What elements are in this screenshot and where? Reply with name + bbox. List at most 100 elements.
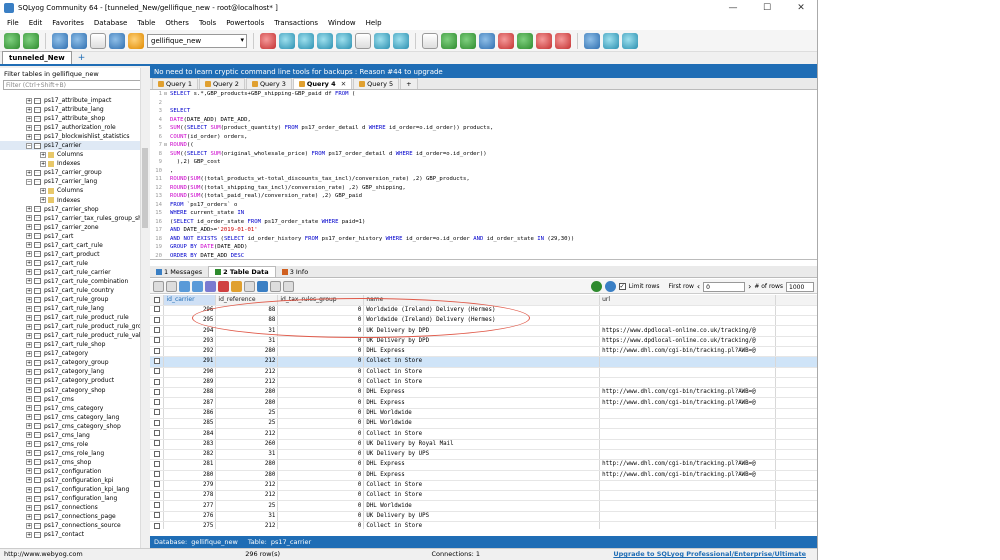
- expand-icon[interactable]: +: [26, 332, 32, 339]
- tree-item[interactable]: + ps17_cart_rule_combination: [0, 277, 140, 286]
- expand-icon[interactable]: +: [26, 260, 32, 267]
- table-cell[interactable]: 0: [277, 500, 365, 512]
- maximize-button[interactable]: ☐: [750, 0, 784, 16]
- sidebar-scrollbar[interactable]: [140, 68, 148, 548]
- table-row[interactable]: 287 280 0 DHL Express http://www.dhl.com/cgi…: [150, 397, 817, 409]
- expand-icon[interactable]: +: [26, 224, 32, 231]
- table-cell[interactable]: 0: [277, 449, 365, 461]
- profiler-icon[interactable]: [536, 32, 552, 49]
- expand-icon[interactable]: +: [26, 459, 32, 466]
- table-cell[interactable]: 280: [215, 397, 279, 409]
- expand-icon[interactable]: +: [26, 522, 32, 529]
- table-cell[interactable]: 288: [163, 387, 217, 399]
- tree-item[interactable]: + ps17_blockwishlist_statistics: [0, 132, 140, 141]
- export-grid-icon[interactable]: [244, 280, 255, 292]
- row-checkbox[interactable]: [150, 500, 165, 512]
- expand-icon[interactable]: +: [26, 242, 32, 249]
- table-cell[interactable]: 0: [277, 470, 365, 481]
- table-cell[interactable]: Collect in Store: [363, 428, 601, 440]
- upgrade-link[interactable]: Upgrade to SQLyog Professional/Enterpris…: [480, 549, 817, 560]
- table-cell[interactable]: [599, 418, 777, 430]
- tree-item[interactable]: + ps17_carrier_tax_rules_group_shop: [0, 214, 140, 223]
- table-cell[interactable]: [599, 449, 777, 461]
- table-cell[interactable]: http://www.dhl.com/cgi-bin/tracking.pl?A…: [599, 470, 777, 481]
- column-header[interactable]: id_tax_rules_group: [277, 295, 365, 306]
- alter-table-icon[interactable]: [317, 32, 333, 49]
- table-row[interactable]: 291 212 0 Collect in Store: [150, 356, 817, 368]
- schema-designer-icon[interactable]: [355, 32, 371, 49]
- table-cell[interactable]: 285: [163, 418, 217, 430]
- row-checkbox[interactable]: [150, 418, 165, 430]
- table-cell[interactable]: 0: [277, 408, 365, 420]
- menu-item-transactions[interactable]: Transactions: [269, 19, 323, 27]
- row-checkbox[interactable]: [150, 305, 165, 317]
- table-row[interactable]: 282 31 0 UK Delivery by UPS: [150, 449, 817, 461]
- row-checkbox[interactable]: [150, 428, 165, 440]
- tree-item[interactable]: + ps17_configuration: [0, 467, 140, 476]
- new-connection-icon[interactable]: [4, 32, 20, 49]
- expand-icon[interactable]: +: [40, 160, 46, 167]
- table-cell[interactable]: 0: [277, 511, 365, 523]
- prev-page-icon[interactable]: ‹: [697, 282, 700, 291]
- result-tab[interactable]: 2 Table Data: [208, 266, 276, 277]
- table-cell[interactable]: 0: [277, 315, 365, 327]
- query-tab[interactable]: Query 3: [245, 78, 292, 89]
- column-header[interactable]: id_reference: [215, 295, 279, 306]
- table-cell[interactable]: 277: [163, 500, 217, 512]
- tree-item[interactable]: + ps17_category_lang: [0, 367, 140, 376]
- next-page-icon[interactable]: ›: [748, 282, 751, 291]
- query-builder-icon[interactable]: [555, 32, 571, 49]
- tree-item[interactable]: + ps17_cart: [0, 232, 140, 241]
- table-row[interactable]: 292 280 0 DHL Express http://www.dhl.com/cgi…: [150, 346, 817, 358]
- database-select[interactable]: gellifique_new ▾: [147, 33, 247, 48]
- tree-item[interactable]: + ps17_contact: [0, 530, 140, 539]
- table-row[interactable]: 284 212 0 Collect in Store: [150, 428, 817, 440]
- table-row[interactable]: 294 31 0 UK Delivery by DPD https://www.dpdl…: [150, 325, 817, 337]
- table-cell[interactable]: 0: [277, 367, 365, 378]
- table-cell[interactable]: 0: [277, 377, 365, 389]
- table-row[interactable]: 283 260 0 UK Delivery by Royal Mail: [150, 439, 817, 450]
- expand-icon[interactable]: +: [26, 468, 32, 475]
- table-cell[interactable]: [599, 521, 777, 529]
- tree-item[interactable]: − ps17_carrier: [0, 141, 140, 151]
- expand-icon[interactable]: +: [26, 215, 32, 222]
- table-cell[interactable]: 0: [277, 428, 365, 440]
- menu-item-help[interactable]: Help: [361, 19, 387, 27]
- table-cell[interactable]: 88: [215, 315, 279, 327]
- tree-item[interactable]: + ps17_cms_shop: [0, 458, 140, 467]
- table-cell[interactable]: 294: [163, 325, 217, 337]
- grid-mode-icon[interactable]: [257, 280, 268, 292]
- row-checkbox[interactable]: [150, 325, 165, 337]
- expand-icon[interactable]: +: [26, 486, 32, 493]
- table-cell[interactable]: 212: [215, 367, 279, 378]
- cancel-changes-icon[interactable]: [231, 280, 242, 292]
- column-header[interactable]: name: [363, 295, 601, 306]
- collapse-icon[interactable]: −: [26, 178, 32, 185]
- table-cell[interactable]: Collect in Store: [363, 367, 601, 378]
- scheduler-icon[interactable]: [498, 32, 514, 49]
- tree-item[interactable]: + ps17_connections: [0, 503, 140, 512]
- expand-icon[interactable]: +: [26, 233, 32, 240]
- table-cell[interactable]: UK Delivery by DPD: [363, 325, 601, 337]
- table-cell[interactable]: 0: [277, 397, 365, 409]
- refresh-icon[interactable]: [109, 32, 125, 49]
- text-mode-icon[interactable]: [283, 280, 294, 292]
- table-cell[interactable]: 276: [163, 511, 217, 523]
- tree-item[interactable]: + ps17_cms_role_lang: [0, 449, 140, 458]
- menu-item-powertools[interactable]: Powertools: [221, 19, 269, 27]
- expand-icon[interactable]: +: [26, 251, 32, 258]
- table-row[interactable]: 276 31 0 UK Delivery by UPS: [150, 511, 817, 523]
- table-cell[interactable]: [599, 356, 777, 368]
- row-checkbox[interactable]: [150, 521, 165, 529]
- expand-icon[interactable]: +: [26, 513, 32, 520]
- table-cell[interactable]: [599, 490, 777, 502]
- table-cell[interactable]: [599, 408, 777, 420]
- tree-item[interactable]: + ps17_connections_page: [0, 512, 140, 521]
- sql-editor[interactable]: 1 ⊟ SELECT s.*,GBP_products+GBP_shipping-G…: [150, 90, 817, 260]
- close-tab-icon[interactable]: ✕: [341, 79, 346, 89]
- table-cell[interactable]: 212: [215, 521, 279, 529]
- table-cell[interactable]: [599, 377, 777, 389]
- schema-sync-icon[interactable]: [584, 32, 600, 49]
- tree-item[interactable]: + ps17_cart_rule_product_rule: [0, 313, 140, 322]
- row-checkbox[interactable]: [150, 490, 165, 502]
